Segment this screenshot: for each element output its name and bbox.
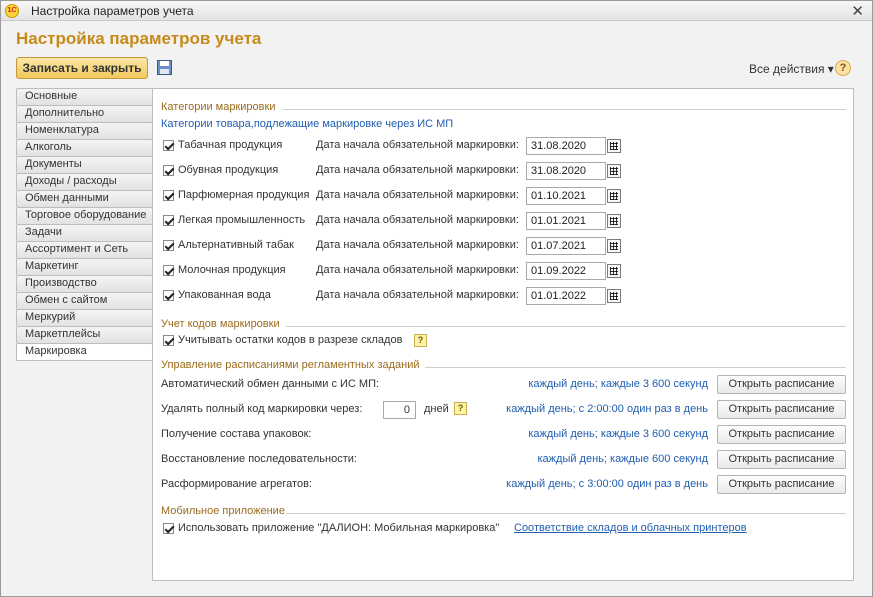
- tab-14[interactable]: Маркетплейсы: [16, 326, 153, 343]
- calendar-icon[interactable]: [607, 189, 621, 203]
- mobile-section-title: Мобильное приложение: [161, 505, 285, 517]
- open-schedule-button[interactable]: Открыть расписание: [717, 425, 846, 444]
- tab-3[interactable]: Алкоголь: [16, 139, 153, 156]
- codes-section-title: Учет кодов маркировки: [161, 318, 280, 330]
- category-checkbox[interactable]: [163, 290, 174, 301]
- open-schedule-button[interactable]: Открыть расписание: [717, 450, 846, 469]
- tab-7[interactable]: Торговое оборудование: [16, 207, 153, 224]
- calendar-icon[interactable]: [607, 214, 621, 228]
- schedule-task-label: Восстановление последовательности:: [161, 453, 357, 465]
- calendar-icon[interactable]: [607, 139, 621, 153]
- calendar-icon[interactable]: [607, 264, 621, 278]
- tab-1[interactable]: Дополнительно: [16, 105, 153, 122]
- open-schedule-button[interactable]: Открыть расписание: [717, 475, 846, 494]
- schedule-description: каждый день; с 3:00:00 один раз в день: [506, 478, 708, 490]
- category-checkbox[interactable]: [163, 165, 174, 176]
- tab-4[interactable]: Документы: [16, 156, 153, 173]
- save-icon[interactable]: [157, 60, 172, 75]
- category-label: Упакованная вода: [178, 289, 271, 301]
- use-mobile-app-label: Использовать приложение "ДАЛИОН: Мобильн…: [178, 522, 500, 534]
- warehouse-label: Учитывать остатки кодов в разрезе складо…: [178, 334, 403, 346]
- tab-10[interactable]: Маркетинг: [16, 258, 153, 275]
- mandatory-date-input[interactable]: 01.01.2022: [526, 287, 606, 305]
- schedule-description: каждый день; каждые 600 секунд: [537, 453, 709, 465]
- section-divider: [425, 367, 846, 368]
- tab-6[interactable]: Обмен данными: [16, 190, 153, 207]
- schedules-section-title: Управление расписаниями регламентных зад…: [161, 359, 420, 371]
- mandatory-date-label: Дата начала обязательной маркировки:: [316, 139, 519, 151]
- section-divider: [283, 109, 846, 110]
- save-and-close-button[interactable]: Записать и закрыть: [16, 57, 148, 79]
- calendar-icon[interactable]: [607, 239, 621, 253]
- warehouse-hint-icon[interactable]: ?: [414, 334, 427, 347]
- mandatory-date-input[interactable]: 31.08.2020: [526, 162, 606, 180]
- section-divider: [286, 326, 846, 327]
- categories-subtitle: Категории товара,подлежащие маркировке ч…: [161, 118, 454, 130]
- app-logo-icon: 1С: [5, 4, 19, 18]
- tab-5[interactable]: Доходы / расходы: [16, 173, 153, 190]
- category-checkbox[interactable]: [163, 240, 174, 251]
- mandatory-date-label: Дата начала обязательной маркировки:: [316, 264, 519, 276]
- section-divider: [286, 513, 846, 514]
- mandatory-date-input[interactable]: 01.01.2021: [526, 212, 606, 230]
- category-checkbox[interactable]: [163, 215, 174, 226]
- tab-0[interactable]: Основные: [16, 88, 153, 105]
- schedule-task-label: Удалять полный код маркировки через:: [161, 403, 363, 415]
- category-checkbox[interactable]: [163, 140, 174, 151]
- mandatory-date-input[interactable]: 01.09.2022: [526, 262, 606, 280]
- schedule-description: каждый день; каждые 3 600 секунд: [528, 378, 708, 390]
- mandatory-date-label: Дата начала обязательной маркировки:: [316, 239, 519, 251]
- settings-window: 1С Настройка параметров учета ✕ Настройк…: [0, 0, 873, 597]
- all-actions-menu[interactable]: Все действия ▾: [749, 62, 834, 76]
- category-checkbox[interactable]: [163, 265, 174, 276]
- mandatory-date-label: Дата начала обязательной маркировки:: [316, 214, 519, 226]
- mandatory-date-label: Дата начала обязательной маркировки:: [316, 289, 519, 301]
- schedule-task-label: Получение состава упаковок:: [161, 428, 312, 440]
- categories-section-title: Категории маркировки: [161, 101, 276, 113]
- category-label: Легкая промышленность: [178, 214, 306, 226]
- mandatory-date-label: Дата начала обязательной маркировки:: [316, 164, 519, 176]
- category-label: Табачная продукция: [178, 139, 283, 151]
- mandatory-date-input[interactable]: 31.08.2020: [526, 137, 606, 155]
- category-label: Парфюмерная продукция: [178, 189, 310, 201]
- tab-2[interactable]: Номенклатура: [16, 122, 153, 139]
- tab-13[interactable]: Меркурий: [16, 309, 153, 326]
- schedule-task-label: Расформирование агрегатов:: [161, 478, 312, 490]
- tab-8[interactable]: Задачи: [16, 224, 153, 241]
- open-schedule-button[interactable]: Открыть расписание: [717, 400, 846, 419]
- warehouse-checkbox[interactable]: [163, 335, 174, 346]
- calendar-icon[interactable]: [607, 289, 621, 303]
- open-schedule-button[interactable]: Открыть расписание: [717, 375, 846, 394]
- tab-9[interactable]: Ассортимент и Сеть: [16, 241, 153, 258]
- mandatory-date-input[interactable]: 01.10.2021: [526, 187, 606, 205]
- close-icon[interactable]: ✕: [851, 2, 864, 20]
- delete-days-input[interactable]: 0: [383, 401, 416, 419]
- calendar-icon[interactable]: [607, 164, 621, 178]
- tab-list: Основные Дополнительно Номенклатура Алкогол…: [16, 88, 153, 361]
- use-mobile-app-checkbox[interactable]: [163, 523, 174, 534]
- marking-panel: Категории маркировки Категории товара,по…: [152, 88, 854, 581]
- schedule-description: каждый день; каждые 3 600 секунд: [528, 428, 708, 440]
- warehouse-printers-link[interactable]: Соответствие складов и облачных принтеро…: [514, 522, 747, 534]
- window-title: Настройка параметров учета: [31, 4, 194, 18]
- mandatory-date-input[interactable]: 01.07.2021: [526, 237, 606, 255]
- tab-11[interactable]: Производство: [16, 275, 153, 292]
- category-checkbox[interactable]: [163, 190, 174, 201]
- page-title: Настройка параметров учета: [16, 29, 262, 48]
- tab-12[interactable]: Обмен с сайтом: [16, 292, 153, 309]
- mandatory-date-label: Дата начала обязательной маркировки:: [316, 189, 519, 201]
- help-icon[interactable]: ?: [835, 60, 851, 76]
- category-label: Альтернативный табак: [178, 239, 294, 251]
- schedule-task-label: Автоматический обмен данными с ИС МП:: [161, 378, 380, 390]
- tab-15[interactable]: Маркировка: [16, 343, 153, 361]
- schedule-description: каждый день; с 2:00:00 один раз в день: [506, 403, 708, 415]
- title-bar: 1С Настройка параметров учета ✕: [1, 1, 872, 21]
- days-unit-label: дней: [424, 403, 449, 415]
- category-label: Молочная продукция: [178, 264, 286, 276]
- delete-code-hint-icon[interactable]: ?: [454, 402, 467, 415]
- category-label: Обувная продукция: [178, 164, 279, 176]
